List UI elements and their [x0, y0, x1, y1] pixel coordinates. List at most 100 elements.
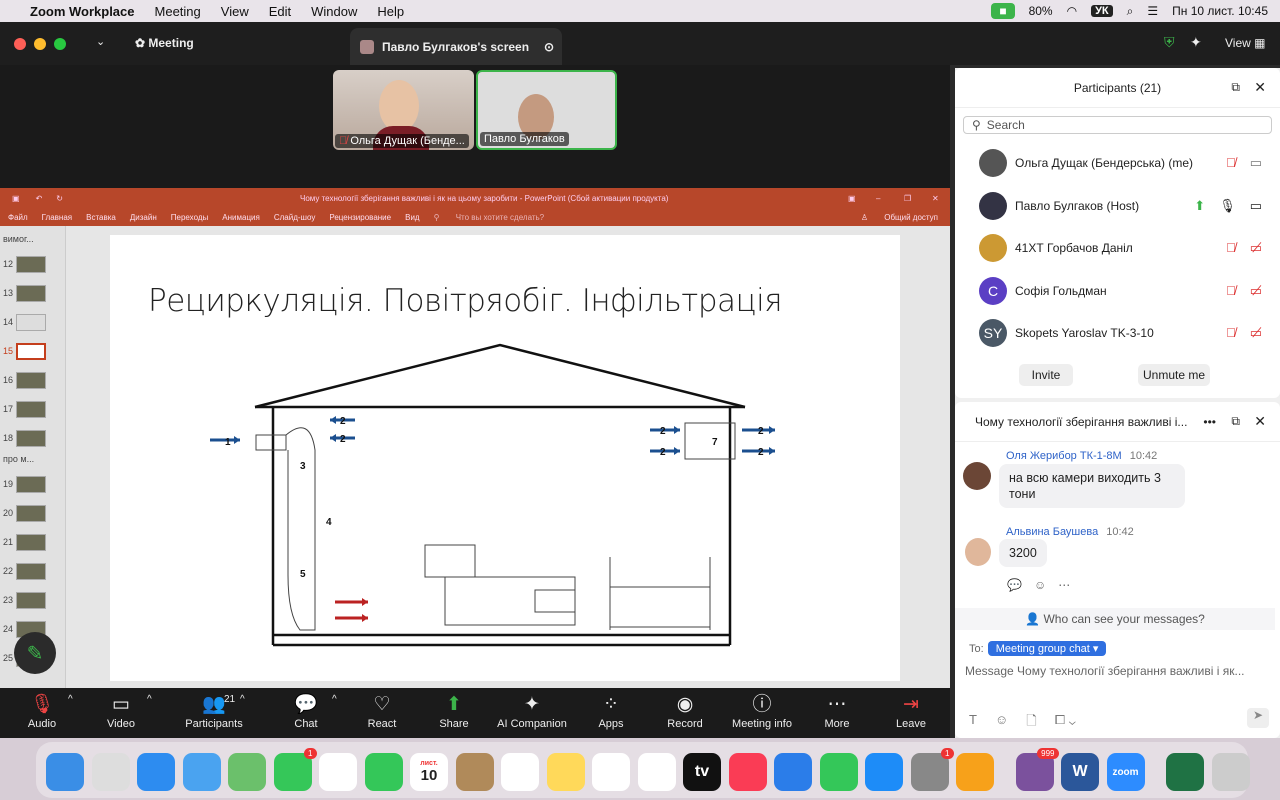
options-chevron-icon[interactable]: ^	[147, 694, 152, 705]
mic-muted-icon[interactable]: 🎙̸	[1226, 240, 1236, 256]
facetime-icon[interactable]	[364, 753, 403, 791]
video-off-icon[interactable]: ▭̸	[1250, 240, 1262, 256]
toolbar-ai-companion-button[interactable]: ✦ AI Companion	[492, 692, 572, 730]
security-shield-icon[interactable]: ⛨	[1164, 34, 1175, 51]
appletv-icon[interactable]: tv	[683, 753, 721, 791]
video-off-icon[interactable]: ▭̸	[1250, 325, 1262, 341]
chevron-down-icon[interactable]: ⌄	[96, 35, 105, 48]
ai-sparkle-icon[interactable]: ✦	[1190, 34, 1202, 51]
more-options-icon[interactable]: ⊙	[544, 40, 554, 54]
privacy-link[interactable]: 👤 Who can see your messages?	[955, 608, 1275, 630]
popout-icon[interactable]: ⧉	[1231, 414, 1240, 429]
emoji-icon[interactable]: ☺	[995, 712, 1008, 734]
message-input[interactable]: Message Чому технології зберігання важли…	[965, 664, 1275, 678]
contacts-icon[interactable]	[455, 753, 494, 791]
close-window-button[interactable]	[14, 38, 26, 50]
menu-view[interactable]: View	[221, 4, 249, 19]
clock[interactable]: Пн 10 лист. 10:45	[1172, 4, 1268, 18]
participant-row[interactable]: SY Skopets Yaroslav TK-3-10 🎙̸ ▭̸	[955, 312, 1280, 355]
viber-icon[interactable]: 999	[1015, 748, 1059, 791]
input-language[interactable]: УК	[1091, 5, 1113, 17]
trash-icon[interactable]	[1211, 753, 1250, 791]
calendar-icon[interactable]: лист. 10	[410, 753, 448, 791]
close-icon[interactable]: ✕	[1254, 79, 1266, 96]
zoom-icon[interactable]: zoom	[1106, 753, 1145, 791]
unmute-me-button[interactable]: Unmute me	[1138, 364, 1210, 386]
sharing-icon: ⬆	[1194, 197, 1206, 213]
mic-muted-icon[interactable]: 🎙̸	[1226, 325, 1236, 341]
video-tile-active-speaker[interactable]: Павло Булгаков	[476, 70, 617, 150]
options-chevron-icon[interactable]: ^	[332, 694, 337, 705]
control-center-icon[interactable]: ☰	[1147, 4, 1158, 18]
menu-app[interactable]: Zoom Workplace	[30, 4, 135, 19]
video-tile[interactable]: 🎙̸ Ольга Дущак (Бенде...	[333, 70, 474, 150]
toolbar-leave-button[interactable]: ⇥ Leave	[871, 692, 951, 730]
toolbar-react-button[interactable]: ♡ React	[342, 692, 422, 730]
more-icon[interactable]: ⋯	[1058, 578, 1070, 592]
launchpad-icon[interactable]	[91, 753, 130, 791]
system-settings-icon[interactable]: 1	[910, 748, 954, 791]
options-chevron-icon[interactable]: ^	[68, 694, 73, 705]
menu-window[interactable]: Window	[311, 4, 357, 19]
participant-row[interactable]: С Софія Гольдман 🎙̸ ▭̸	[955, 270, 1280, 313]
invite-button[interactable]: Invite	[1019, 364, 1073, 386]
participants-search-input[interactable]: ⚲ Search	[963, 116, 1272, 134]
finder-icon[interactable]	[46, 753, 84, 791]
screen-share-tab[interactable]: Павло Булгаков's screen ⊙	[350, 28, 562, 65]
chrome-icon[interactable]	[637, 753, 676, 791]
wifi-icon[interactable]: ◠	[1067, 4, 1077, 18]
pages-icon[interactable]	[956, 753, 994, 791]
popout-icon[interactable]: ⧉	[1231, 80, 1240, 95]
mic-muted-icon[interactable]: 🎙̸	[1226, 155, 1236, 171]
close-icon[interactable]: ✕	[1254, 413, 1266, 430]
spotlight-icon[interactable]: ⌕	[1127, 4, 1134, 19]
zoom-camera-status-icon[interactable]: ■	[991, 3, 1015, 19]
safari-icon[interactable]	[137, 753, 175, 791]
video-off-icon[interactable]: ▭̸	[1250, 283, 1262, 299]
reply-icon[interactable]: 💬	[1007, 578, 1022, 592]
video-icon[interactable]: ▭	[1250, 155, 1262, 171]
mic-muted-icon[interactable]: 🎙̸	[1226, 283, 1236, 299]
freeform-icon[interactable]	[592, 753, 630, 791]
notes-icon[interactable]	[546, 753, 585, 791]
toolbar-record-button[interactable]: ◉ Record	[645, 692, 725, 730]
mail-icon[interactable]	[182, 753, 221, 791]
numbers-icon[interactable]	[819, 753, 858, 791]
avatar: SY	[979, 319, 1007, 348]
mic-icon[interactable]: 🎙	[1219, 198, 1236, 214]
annotate-pen-button[interactable]: ✎	[14, 632, 56, 674]
messages-icon[interactable]: 1	[273, 748, 317, 791]
toolbar-apps-button[interactable]: ⁘ Apps	[571, 692, 651, 730]
excel-file-icon[interactable]	[1166, 753, 1204, 791]
toolbar-share-button[interactable]: ⬆ Share	[414, 692, 494, 730]
view-button[interactable]: View ▦	[1225, 36, 1265, 50]
toolbar-meeting-info-button[interactable]: ⓘ Meeting info	[722, 692, 802, 730]
maximize-window-button[interactable]	[54, 38, 66, 50]
keynote-icon[interactable]	[774, 753, 812, 791]
add-reaction-icon[interactable]: ☺	[1034, 578, 1046, 592]
maps-icon[interactable]	[228, 753, 266, 791]
video-icon[interactable]: ▭	[1250, 198, 1262, 214]
appstore-icon[interactable]	[865, 753, 903, 791]
participant-row[interactable]: Ольга Дущак (Бендерська) (me) 🎙̸ ▭	[955, 142, 1280, 185]
battery-percent[interactable]: 80%	[1029, 4, 1053, 18]
participant-row[interactable]: 41ХТ Горбачов Даніл 🎙̸ ▭̸	[955, 227, 1280, 270]
word-icon[interactable]: W	[1061, 753, 1099, 791]
menu-meeting[interactable]: Meeting	[155, 4, 201, 19]
reminders-icon[interactable]	[501, 753, 539, 791]
meeting-label[interactable]: ✿ Meeting	[135, 36, 194, 50]
toolbar-more-button[interactable]: ⋯ More	[797, 692, 877, 730]
options-chevron-icon[interactable]: ^	[240, 694, 245, 705]
screenshot-icon[interactable]: ⧠ ⌄	[1055, 712, 1076, 734]
format-text-icon[interactable]: T	[969, 712, 977, 734]
file-icon[interactable]: 🗋	[1026, 712, 1036, 734]
menu-edit[interactable]: Edit	[269, 4, 291, 19]
recipient-dropdown[interactable]: Meeting group chat ▾	[987, 641, 1107, 656]
more-icon[interactable]: •••	[1203, 415, 1216, 429]
music-icon[interactable]	[728, 753, 767, 791]
minimize-window-button[interactable]	[34, 38, 46, 50]
photos-icon[interactable]	[319, 753, 357, 791]
participant-row[interactable]: Павло Булгаков (Host) ⬆ 🎙 ▭	[955, 185, 1280, 228]
menu-help[interactable]: Help	[377, 4, 404, 19]
send-button[interactable]: ➤	[1247, 708, 1269, 728]
